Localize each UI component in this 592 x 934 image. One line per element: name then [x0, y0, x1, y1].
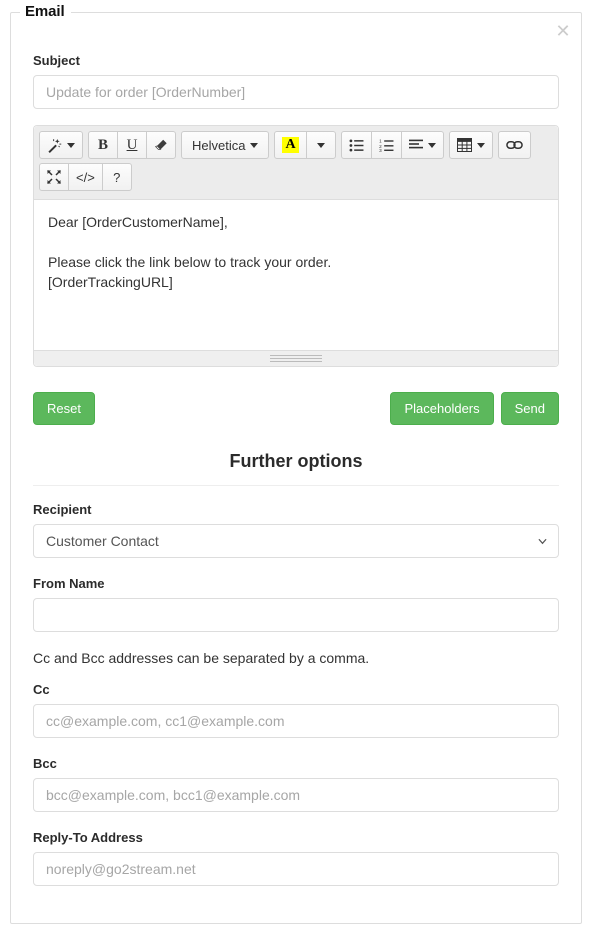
- bcc-field-group: Bcc: [33, 756, 559, 812]
- align-left-icon[interactable]: [400, 131, 444, 159]
- from-name-label: From Name: [33, 576, 105, 591]
- reply-to-field-group: Reply-To Address: [33, 830, 559, 886]
- email-panel: Email ✕ Subject Update for order [OrderN…: [10, 3, 582, 924]
- from-name-field-group: From Name: [33, 576, 559, 632]
- font-color-dropdown-icon[interactable]: [305, 131, 336, 159]
- editor-content[interactable]: Dear [OrderCustomerName], Please click t…: [34, 200, 558, 350]
- recipient-label: Recipient: [33, 502, 92, 517]
- reply-to-input[interactable]: [33, 852, 559, 886]
- rich-text-editor: B U Helvetica A 1 2 3 </> ? Dear [OrderC…: [33, 125, 559, 367]
- subject-label: Subject: [33, 53, 80, 68]
- editor-line-2: Please click the link below to track you…: [48, 254, 332, 270]
- reply-to-label: Reply-To Address: [33, 830, 143, 845]
- fullscreen-icon[interactable]: [39, 163, 69, 191]
- magic-wand-icon[interactable]: [39, 131, 83, 159]
- editor-line-1: Dear [OrderCustomerName],: [48, 214, 228, 230]
- ordered-list-icon[interactable]: 1 2 3: [370, 131, 402, 159]
- toolbar-group-format: B U: [88, 131, 176, 159]
- close-icon[interactable]: ✕: [553, 21, 573, 41]
- bcc-input[interactable]: [33, 778, 559, 812]
- subject-input[interactable]: [33, 75, 559, 109]
- toolbar-group-view: </> ?: [39, 163, 132, 191]
- cc-bcc-helper-text: Cc and Bcc addresses can be separated by…: [33, 650, 370, 666]
- font-color-letter: A: [282, 137, 299, 153]
- unordered-list-icon[interactable]: [340, 131, 372, 159]
- toolbar-group-style: [39, 131, 83, 159]
- svg-text:3: 3: [379, 148, 382, 152]
- action-buttons: Reset Placeholders Send: [33, 392, 559, 425]
- editor-line-3: [OrderTrackingURL]: [48, 274, 173, 290]
- bold-button[interactable]: B: [88, 131, 118, 159]
- reset-button[interactable]: Reset: [33, 392, 95, 425]
- send-button[interactable]: Send: [500, 392, 559, 425]
- font-name-label: Helvetica: [192, 137, 246, 153]
- eraser-icon[interactable]: [146, 131, 176, 159]
- editor-toolbar: B U Helvetica A 1 2 3 </> ?: [34, 126, 558, 200]
- toolbar-group-lists: 1 2 3: [340, 131, 444, 159]
- placeholders-button[interactable]: Placeholders: [390, 392, 494, 425]
- page-title: Email: [20, 3, 71, 21]
- font-color-button[interactable]: A: [274, 131, 307, 159]
- editor-resize-handle[interactable]: [34, 350, 558, 366]
- font-name-dropdown[interactable]: Helvetica: [181, 131, 270, 159]
- bcc-label: Bcc: [33, 756, 57, 771]
- code-view-icon[interactable]: </>: [68, 163, 103, 191]
- recipient-select[interactable]: Customer Contact: [33, 524, 559, 558]
- cc-input[interactable]: [33, 704, 559, 738]
- cc-field-group: Cc: [33, 682, 559, 738]
- email-form: Subject Update for order [OrderNumber] B…: [11, 13, 581, 886]
- from-name-input[interactable]: [33, 598, 559, 632]
- toolbar-group-fontcolor: A: [274, 131, 336, 159]
- divider: [33, 485, 559, 486]
- toolbar-group-fontname: Helvetica: [181, 131, 270, 159]
- underline-button[interactable]: U: [117, 131, 147, 159]
- link-icon[interactable]: [497, 131, 531, 159]
- subject-field-group: Subject: [33, 53, 559, 109]
- toolbar-group-link: [497, 131, 531, 159]
- cc-label: Cc: [33, 682, 50, 697]
- help-icon[interactable]: ?: [101, 163, 132, 191]
- table-icon[interactable]: [448, 131, 493, 159]
- toolbar-group-table: [448, 131, 493, 159]
- recipient-field-group: Recipient Customer Contact: [33, 502, 559, 558]
- further-options-title: Further options: [229, 451, 363, 471]
- resize-grip-icon: [270, 355, 322, 363]
